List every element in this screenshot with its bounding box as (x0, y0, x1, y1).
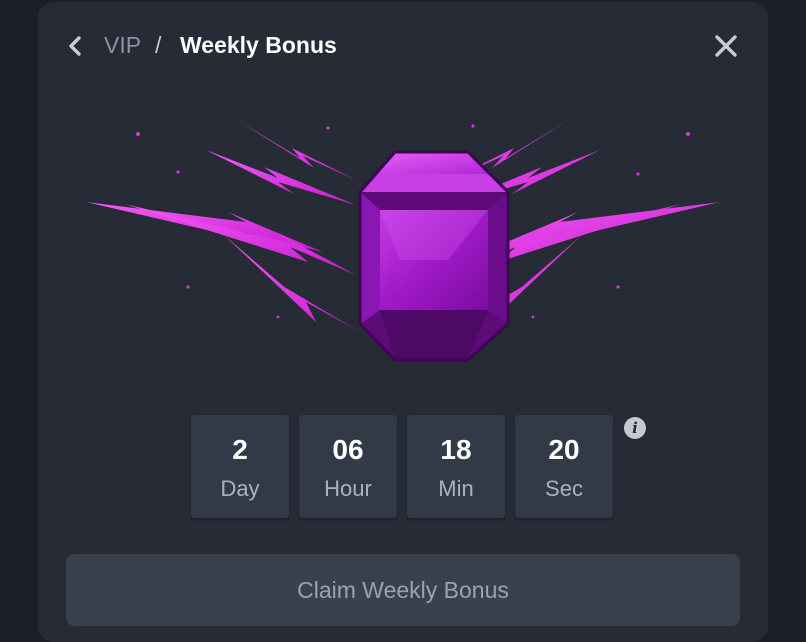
timer-hours-value: 06 (332, 434, 364, 465)
gem-lightning-illustration (86, 120, 720, 362)
timer-minutes-value: 18 (440, 434, 472, 465)
gem (358, 150, 510, 362)
timer-seconds: 20 Sec (515, 415, 613, 518)
chevron-left-icon (69, 36, 81, 56)
back-button[interactable] (64, 32, 88, 60)
page-title: Weekly Bonus (180, 32, 337, 58)
timer-days-label: Day (220, 476, 260, 501)
info-icon[interactable]: i (624, 417, 646, 439)
lightning-left (86, 120, 360, 332)
timer-hours: 06 Hour (299, 415, 397, 518)
timer-hours-label: Hour (324, 476, 372, 501)
breadcrumb-separator: / (155, 32, 162, 58)
close-button[interactable] (712, 32, 740, 60)
timer-seconds-label: Sec (545, 476, 583, 501)
timer-seconds-value: 20 (548, 434, 580, 465)
modal-header: VIP / Weekly Bonus (38, 2, 768, 90)
timer-minutes: 18 Min (407, 415, 505, 518)
weekly-bonus-modal: VIP / Weekly Bonus 2 Day 06 Hour 18 Min … (38, 2, 768, 642)
timer-days-value: 2 (232, 434, 248, 465)
claim-weekly-bonus-button[interactable]: Claim Weekly Bonus (66, 554, 740, 626)
countdown-timer: 2 Day 06 Hour 18 Min 20 Sec (191, 415, 613, 518)
close-icon (715, 35, 737, 57)
timer-days: 2 Day (191, 415, 289, 518)
timer-minutes-label: Min (438, 476, 474, 501)
breadcrumb-vip-link[interactable]: VIP (104, 32, 141, 59)
